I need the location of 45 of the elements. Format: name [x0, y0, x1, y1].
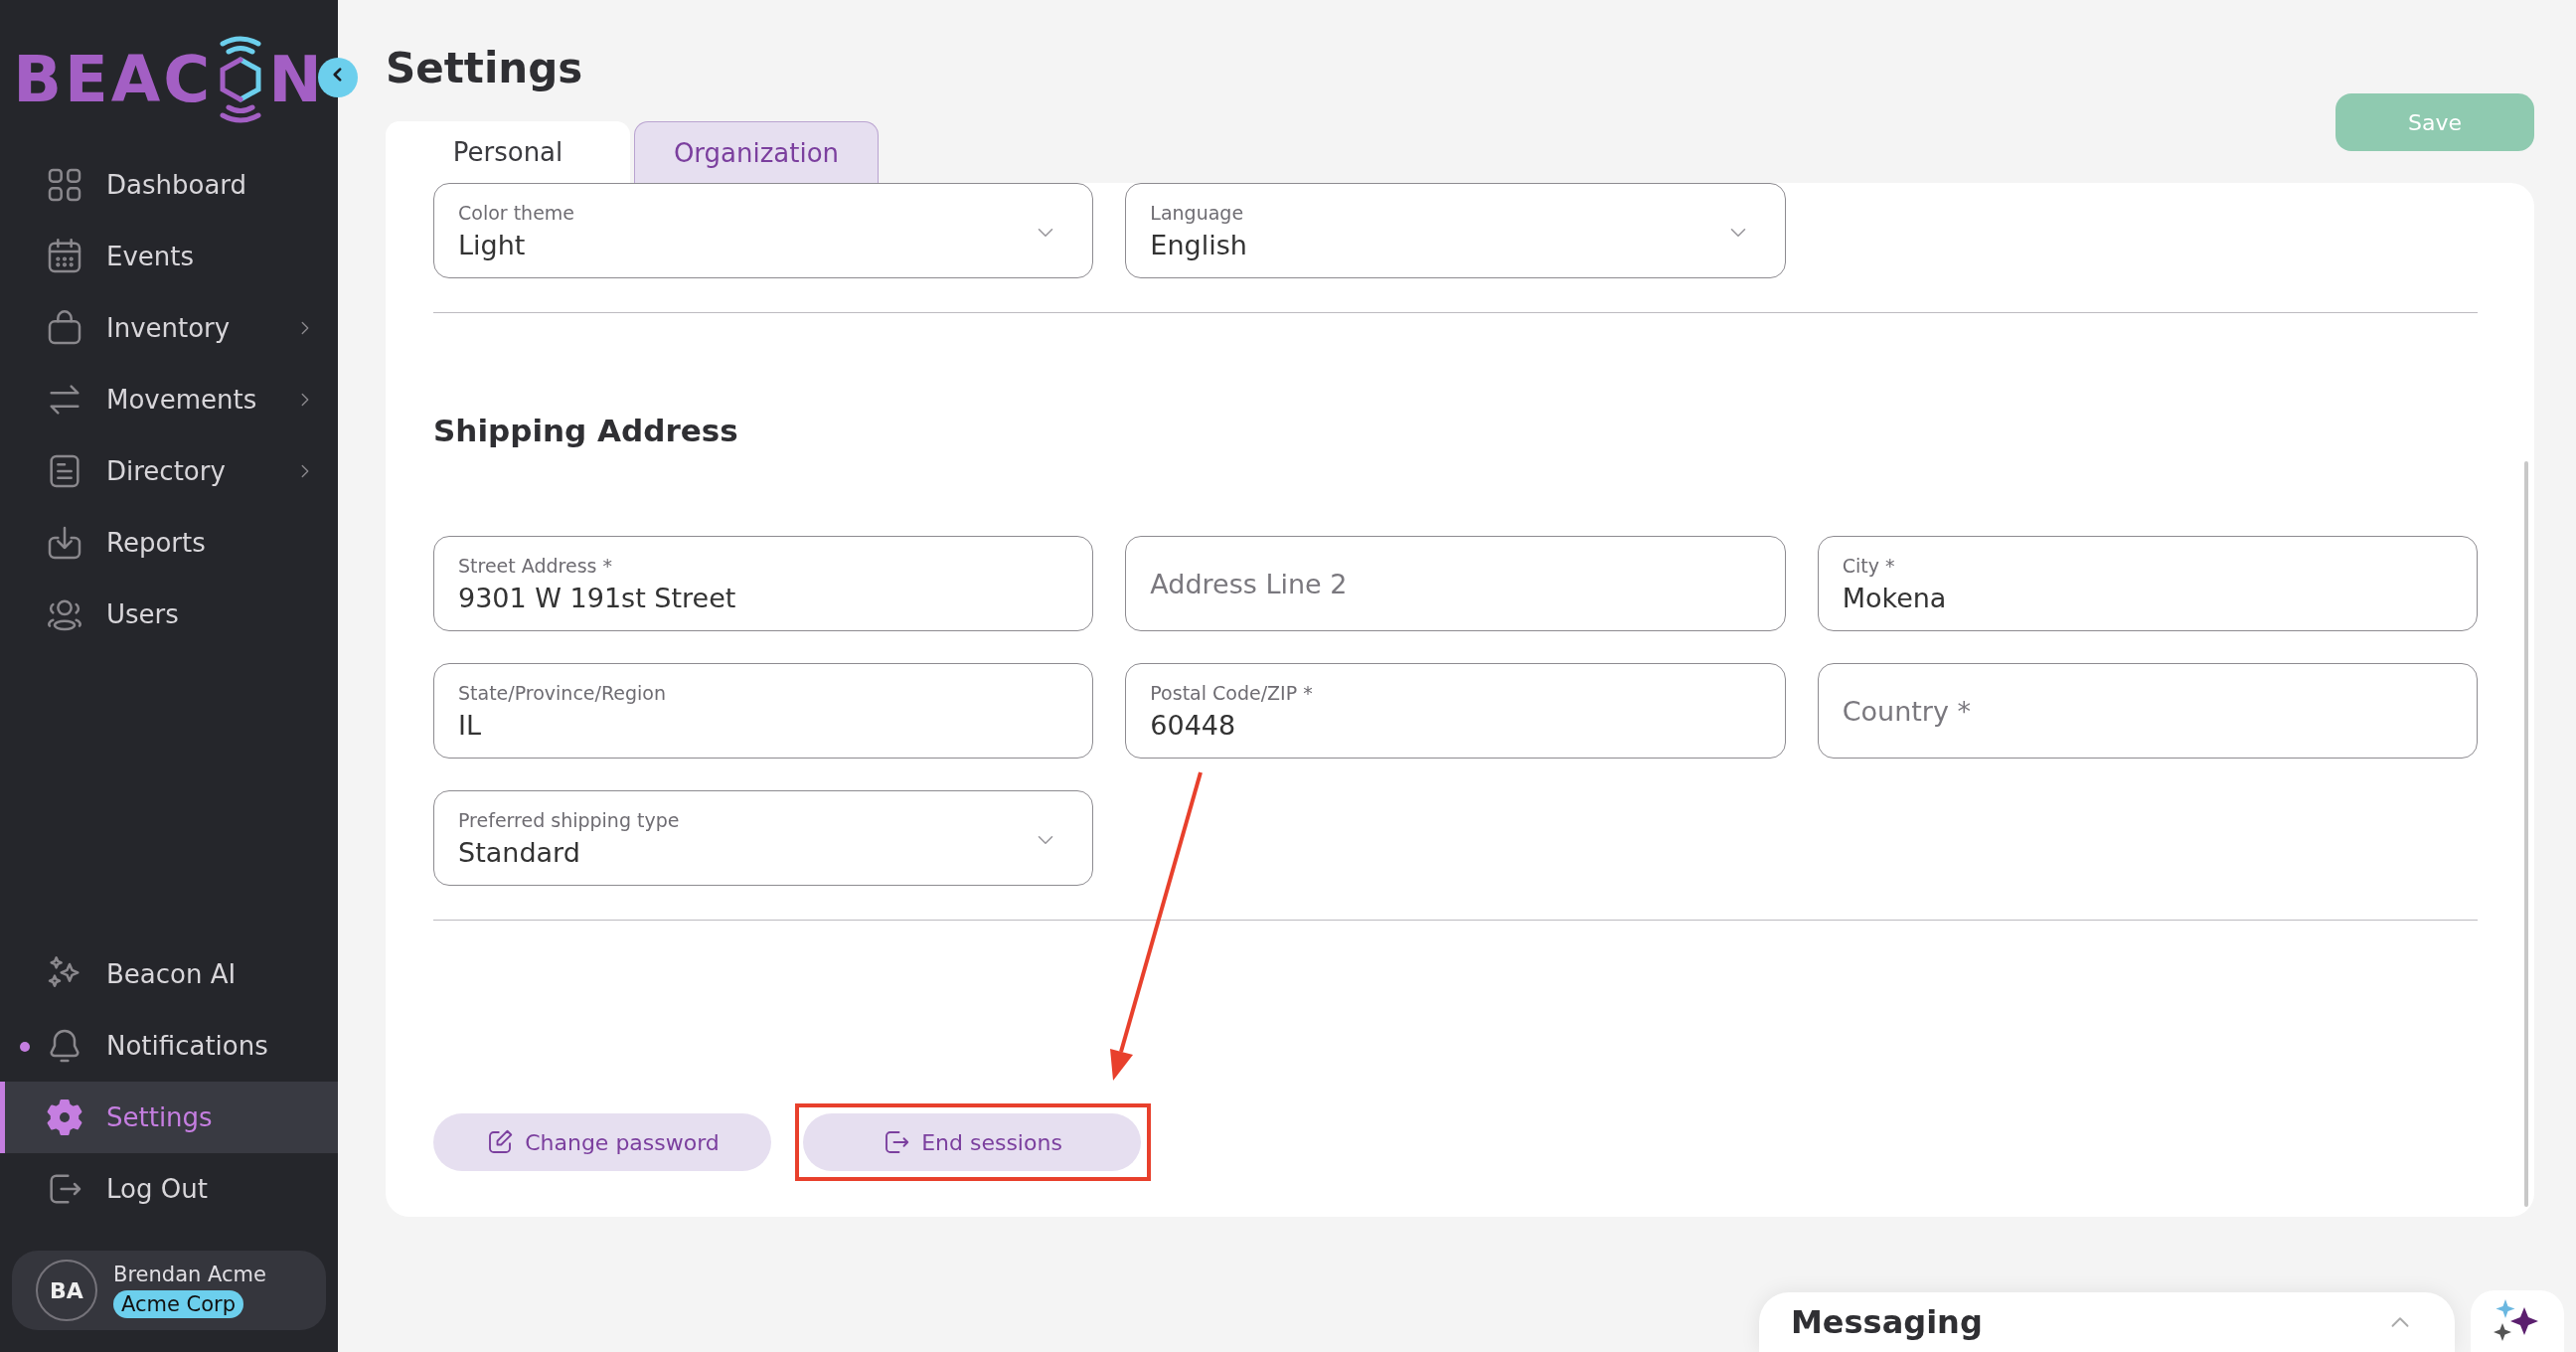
text-field[interactable]: Street Address * 9301 W 191st Street: [433, 536, 1094, 631]
collapse-button[interactable]: [318, 58, 358, 97]
avatar: BA: [36, 1260, 97, 1321]
nav-item[interactable]: Reports: [0, 507, 338, 579]
dropdown-field[interactable]: Preferred shipping type Standard: [433, 790, 1094, 886]
nav-item[interactable]: Notifications: [0, 1010, 338, 1082]
organization-badge: Acme Corp: [113, 1290, 244, 1318]
user-name: Brendan Acme: [113, 1263, 266, 1286]
action-button[interactable]: End sessions: [803, 1113, 1141, 1171]
nav-item[interactable]: Movements: [0, 364, 338, 435]
field-label: Street Address *: [458, 554, 612, 577]
field-label: Preferred shipping type: [458, 808, 680, 831]
nav-item[interactable]: Users: [0, 579, 338, 650]
field-label: Color theme: [458, 201, 575, 224]
nav-item[interactable]: Log Out: [0, 1153, 338, 1225]
dropdown-field[interactable]: Color theme Light: [433, 183, 1094, 278]
nav-item[interactable]: Inventory: [0, 292, 338, 364]
nav-item[interactable]: Dashboard: [0, 149, 338, 221]
text-field[interactable]: Address Line 2: [1125, 536, 1786, 631]
text-field[interactable]: Country *: [1817, 663, 2478, 759]
field-label: State/Province/Region: [458, 681, 666, 704]
page-title: Settings: [386, 44, 584, 94]
text-field[interactable]: State/Province/Region IL: [433, 663, 1094, 759]
user-card[interactable]: BA Brendan Acme Acme Corp: [12, 1251, 326, 1330]
field-label: Postal Code/ZIP *: [1150, 681, 1313, 704]
text-field[interactable]: Postal Code/ZIP * 60448: [1125, 663, 1786, 759]
nav-item[interactable]: Settings: [0, 1082, 338, 1153]
dropdown-field[interactable]: Language English: [1125, 183, 1786, 278]
section-title: Shipping Address: [433, 413, 739, 448]
messaging-panel[interactable]: Messaging: [1759, 1292, 2455, 1352]
scrollbar[interactable]: [2524, 461, 2528, 1207]
nav-item[interactable]: Directory: [0, 435, 338, 507]
action-button[interactable]: Change password: [433, 1113, 771, 1171]
gear-icon: [45, 1098, 84, 1137]
ai-assistant-button[interactable]: [2471, 1290, 2564, 1352]
nav-item[interactable]: Beacon AI: [0, 938, 338, 1010]
messaging-title: Messaging: [1791, 1303, 1983, 1341]
tab[interactable]: Organization: [634, 121, 879, 183]
logo-text: BEAC: [13, 43, 214, 116]
field-label: Language: [1150, 201, 1244, 224]
field-label: City *: [1842, 554, 1895, 577]
tab[interactable]: Personal: [386, 121, 630, 183]
logo-text: N: [268, 43, 325, 116]
nav-item[interactable]: Events: [0, 221, 338, 292]
text-field[interactable]: City * Mokena: [1817, 536, 2478, 631]
